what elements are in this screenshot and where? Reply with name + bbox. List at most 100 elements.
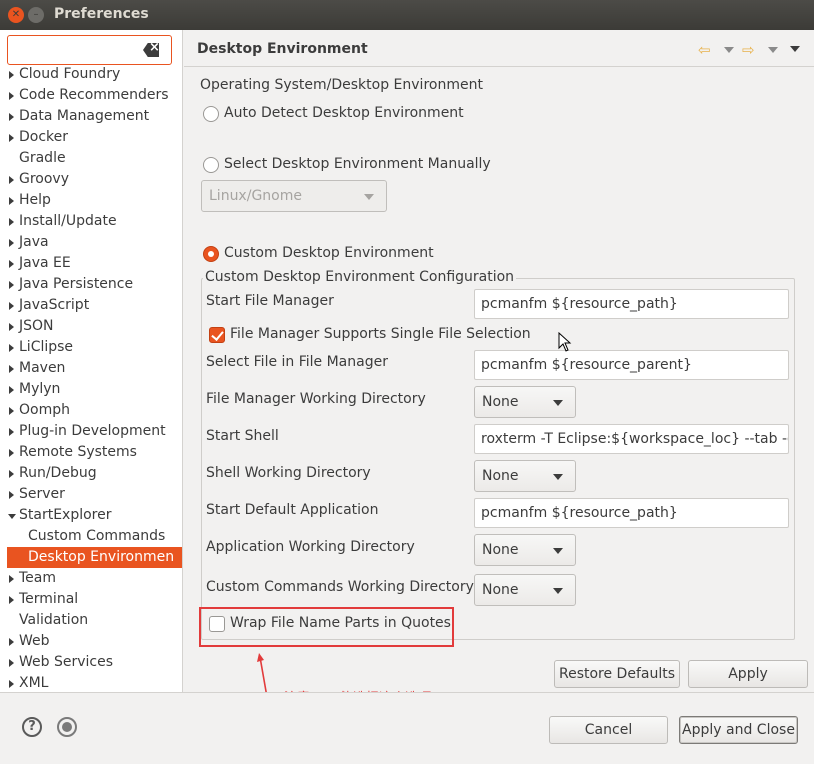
cc-workdir-select[interactable]: None <box>474 574 576 606</box>
tree-item[interactable]: Groovy <box>0 169 182 190</box>
collapsed-arrow-icon[interactable] <box>9 92 14 100</box>
start-default-app-input[interactable]: pcmanfm ${resource_path} <box>474 498 789 528</box>
custom-environment-radio[interactable] <box>203 246 219 262</box>
select-manually-radio[interactable] <box>203 157 219 173</box>
tree-item[interactable]: Gradle <box>0 148 182 169</box>
collapsed-arrow-icon[interactable] <box>9 218 14 226</box>
collapsed-arrow-icon[interactable] <box>9 470 14 478</box>
close-window-button[interactable]: ✕ <box>8 7 24 23</box>
apply-button[interactable]: Apply <box>688 660 808 688</box>
fm-workdir-select[interactable]: None <box>474 386 576 418</box>
back-arrow-icon[interactable]: ⇦ <box>698 41 711 59</box>
single-file-selection-checkbox[interactable] <box>209 327 225 343</box>
tree-item[interactable]: Server <box>0 484 182 505</box>
tree-item[interactable]: Help <box>0 190 182 211</box>
page-header: Desktop Environment ⇦ ⇨ <box>184 30 814 67</box>
mouse-cursor-icon <box>558 332 572 352</box>
select-file-label: Select File in File Manager <box>206 354 388 370</box>
start-file-manager-input[interactable]: pcmanfm ${resource_path} <box>474 289 789 319</box>
tree-item[interactable]: Web <box>0 631 182 652</box>
apply-and-close-button[interactable]: Apply and Close <box>679 716 798 744</box>
tree-item[interactable]: Data Management <box>0 106 182 127</box>
filter-input[interactable] <box>12 40 137 60</box>
back-history-dropdown-icon[interactable] <box>724 47 734 53</box>
tree-item[interactable]: Cloud Foundry <box>0 64 182 85</box>
tree-item[interactable]: JSON <box>0 316 182 337</box>
tree-item[interactable]: Install/Update <box>0 211 182 232</box>
record-macro-icon[interactable] <box>57 717 77 737</box>
tree-item[interactable]: XML <box>0 673 182 694</box>
tree-item[interactable]: Terminal <box>0 589 182 610</box>
help-icon[interactable]: ? <box>22 717 42 737</box>
tree-item-label: StartExplorer <box>19 507 112 523</box>
select-manually-label: Select Desktop Environment Manually <box>224 156 491 172</box>
forward-arrow-icon[interactable]: ⇨ <box>742 41 755 59</box>
collapsed-arrow-icon[interactable] <box>9 71 14 79</box>
restore-defaults-button[interactable]: Restore Defaults <box>554 660 680 688</box>
wrap-quotes-checkbox[interactable] <box>209 616 225 632</box>
tree-item[interactable]: Web Services <box>0 652 182 673</box>
collapsed-arrow-icon[interactable] <box>9 407 14 415</box>
tree-item[interactable]: Java <box>0 232 182 253</box>
tree-item[interactable]: Docker <box>0 127 182 148</box>
collapsed-arrow-icon[interactable] <box>9 449 14 457</box>
collapsed-arrow-icon[interactable] <box>9 491 14 499</box>
filter-box <box>7 35 172 65</box>
tree-item-label: Web <box>19 633 50 649</box>
collapsed-arrow-icon[interactable] <box>9 428 14 436</box>
tree-item[interactable]: Desktop Environmen <box>7 547 182 568</box>
tree-item[interactable]: Validation <box>0 610 182 631</box>
tree-item[interactable]: Code Recommenders <box>0 85 182 106</box>
expanded-arrow-icon[interactable] <box>8 514 16 519</box>
collapsed-arrow-icon[interactable] <box>9 659 14 667</box>
select-file-input[interactable]: pcmanfm ${resource_parent} <box>474 350 789 380</box>
collapsed-arrow-icon[interactable] <box>9 260 14 268</box>
app-workdir-value: None <box>482 542 519 558</box>
collapsed-arrow-icon[interactable] <box>9 197 14 205</box>
tree-item[interactable]: Team <box>0 568 182 589</box>
forward-history-dropdown-icon[interactable] <box>768 47 778 53</box>
collapsed-arrow-icon[interactable] <box>9 596 14 604</box>
shell-workdir-select[interactable]: None <box>474 460 576 492</box>
collapsed-arrow-icon[interactable] <box>9 113 14 121</box>
desktop-environment-select: Linux/Gnome <box>201 180 387 212</box>
cancel-button[interactable]: Cancel <box>549 716 668 744</box>
collapsed-arrow-icon[interactable] <box>9 281 14 289</box>
page-title: Desktop Environment <box>197 41 368 57</box>
auto-detect-radio[interactable] <box>203 106 219 122</box>
minimize-window-button[interactable]: – <box>28 7 44 23</box>
view-menu-icon[interactable] <box>790 46 800 52</box>
tree-item[interactable]: LiClipse <box>0 337 182 358</box>
collapsed-arrow-icon[interactable] <box>9 638 14 646</box>
tree-item[interactable]: Oomph <box>0 400 182 421</box>
start-shell-input[interactable]: roxterm -T Eclipse:${workspace_loc} --ta… <box>474 424 789 454</box>
collapsed-arrow-icon[interactable] <box>9 344 14 352</box>
collapsed-arrow-icon[interactable] <box>9 386 14 394</box>
start-file-manager-label: Start File Manager <box>206 293 334 309</box>
tree-item[interactable]: Mylyn <box>0 379 182 400</box>
app-workdir-select[interactable]: None <box>474 534 576 566</box>
tree-item-label: Java <box>19 234 49 250</box>
tree-item[interactable]: Maven <box>0 358 182 379</box>
tree-item[interactable]: StartExplorer <box>0 505 182 526</box>
collapsed-arrow-icon[interactable] <box>9 134 14 142</box>
tree-item[interactable]: JavaScript <box>0 295 182 316</box>
tree-item[interactable]: Java Persistence <box>0 274 182 295</box>
shell-workdir-value: None <box>482 468 519 484</box>
collapsed-arrow-icon[interactable] <box>9 239 14 247</box>
tree-item[interactable]: Run/Debug <box>0 463 182 484</box>
clear-filter-icon[interactable] <box>143 43 159 57</box>
collapsed-arrow-icon[interactable] <box>9 365 14 373</box>
collapsed-arrow-icon[interactable] <box>9 575 14 583</box>
tree-item-label: JavaScript <box>19 297 90 313</box>
fm-workdir-value: None <box>482 394 519 410</box>
tree-item[interactable]: Java EE <box>0 253 182 274</box>
tree-item-label: Docker <box>19 129 69 145</box>
tree-item[interactable]: Custom Commands <box>0 526 182 547</box>
tree-item[interactable]: Plug-in Development <box>0 421 182 442</box>
collapsed-arrow-icon[interactable] <box>9 302 14 310</box>
tree-item[interactable]: Remote Systems <box>0 442 182 463</box>
collapsed-arrow-icon[interactable] <box>9 323 14 331</box>
collapsed-arrow-icon[interactable] <box>9 680 14 688</box>
collapsed-arrow-icon[interactable] <box>9 176 14 184</box>
